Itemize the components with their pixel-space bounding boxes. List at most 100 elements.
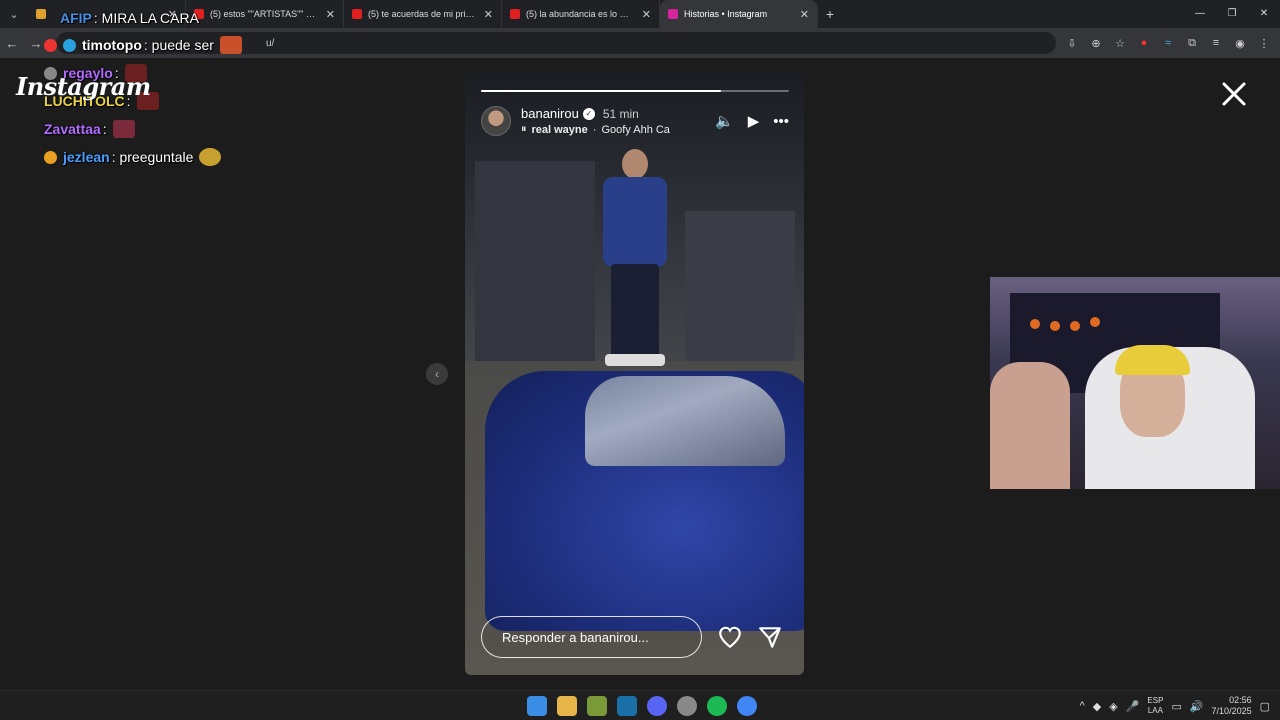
story-username[interactable]: bananirou (521, 106, 579, 121)
discord-icon[interactable] (647, 696, 667, 716)
spotify-icon[interactable] (707, 696, 727, 716)
person-legs (611, 264, 659, 359)
chevron-up-icon[interactable]: ^ (1080, 700, 1085, 712)
network-icon[interactable]: ▭ (1171, 700, 1181, 713)
steam-icon[interactable] (617, 696, 637, 716)
avatar[interactable] (481, 106, 511, 136)
instagram-logo[interactable]: Instagram (16, 72, 151, 101)
close-icon[interactable] (1220, 80, 1248, 108)
tab-label: (5) estos ""ARTISTAS"" de TikTok (210, 9, 320, 19)
chat-text: : preeguntale (111, 149, 194, 165)
microphone-icon[interactable]: 🎤 (1126, 700, 1140, 713)
minimize-icon[interactable]: — (1184, 0, 1216, 28)
person-torso (603, 177, 667, 267)
chat-text: : (102, 121, 107, 137)
back-icon[interactable]: ← (0, 36, 24, 51)
webcam-overlay (990, 277, 1280, 489)
start-icon[interactable] (527, 696, 547, 716)
profile-avatar-icon[interactable]: ◉ (1232, 37, 1248, 50)
taskbar: ^ ◆ ◈ 🎤 ESP LAA ▭ 🔊 02:56 7/10/2025 ▢ (0, 690, 1280, 720)
story-card[interactable]: bananirou ✓ 51 min ⏸ real wayne · Goofy … (465, 71, 804, 675)
screen: ⌄ ✕ (5) estos ""ARTISTAS"" de TikTok ✕ (… (0, 0, 1280, 720)
tray-app-icon[interactable]: ◆ (1093, 700, 1101, 713)
window-close-icon[interactable]: ✕ (1248, 0, 1280, 28)
tab-close-icon[interactable]: ✕ (642, 8, 651, 21)
broken-windshield (585, 376, 785, 466)
reply-input[interactable]: Responder a bananirou... (481, 616, 702, 658)
tab-label: (5) la abundancia es lo mismo q (526, 9, 636, 19)
restore-icon[interactable]: ❐ (1216, 0, 1248, 28)
chevron-left-icon[interactable]: ‹ (426, 363, 448, 385)
tray-app-icon[interactable]: ◈ (1109, 700, 1117, 713)
media-control-icon[interactable]: ≡ (1208, 37, 1224, 49)
chrome-icon[interactable] (737, 696, 757, 716)
send-icon[interactable] (757, 624, 783, 650)
chat-text: : puede ser (143, 37, 214, 53)
chat-username: Zavattaa (44, 121, 101, 137)
speaker-icon[interactable]: 🔈 (715, 112, 734, 130)
lang-bottom: LAA (1147, 706, 1163, 715)
heart-icon[interactable] (717, 624, 743, 650)
person-shoes (605, 354, 665, 366)
chat-message: jezlean : preeguntale (44, 148, 222, 166)
clock-date: 7/10/2025 (1211, 706, 1252, 716)
new-tab-button[interactable]: + (818, 6, 842, 22)
clock-time: 02:56 (1229, 695, 1252, 705)
browser-tab[interactable]: (5) la abundancia es lo mismo q ✕ (502, 0, 660, 28)
play-icon[interactable]: ▶ (748, 112, 760, 130)
extension-translate-icon[interactable]: ≈ (1160, 37, 1176, 49)
chat-badge-icon (44, 38, 57, 52)
browser-tab[interactable]: (5) te acuerdas de mi prime? ❗ ✕ (344, 0, 502, 28)
pumpkin-decoration (1050, 321, 1060, 331)
chat-username: timotopo (82, 37, 142, 53)
app-icon[interactable] (677, 696, 697, 716)
language-indicator[interactable]: ESP LAA (1147, 696, 1163, 716)
volume-icon[interactable]: 🔊 (1190, 700, 1204, 713)
browser-tab-active[interactable]: Historias • Instagram ✕ (660, 0, 818, 28)
menu-dots-icon[interactable]: ⋮ (1256, 37, 1272, 50)
reply-placeholder: Responder a bananirou... (502, 629, 649, 645)
pumpkin-decoration (1030, 319, 1040, 329)
clock[interactable]: 02:56 7/10/2025 (1212, 695, 1252, 717)
zoom-icon[interactable]: ⊕ (1088, 37, 1104, 50)
story-header: bananirou ✓ 51 min ⏸ real wayne · Goofy … (481, 105, 789, 137)
tab-close-icon[interactable]: ✕ (800, 8, 809, 21)
window-controls: — ❐ ✕ (1184, 0, 1280, 28)
instagram-favicon-icon (668, 9, 678, 19)
install-icon[interactable]: ⇩ (1064, 37, 1080, 50)
pumpkin-decoration (1070, 321, 1080, 331)
yellow-cap (1115, 345, 1190, 375)
story-progress-bar (481, 90, 789, 92)
youtube-favicon-icon (510, 9, 520, 19)
notification-icon[interactable]: ▢ (1260, 700, 1270, 713)
cam-person-left (990, 362, 1070, 489)
app-icon[interactable] (587, 696, 607, 716)
extension-red-icon[interactable]: ● (1136, 37, 1152, 49)
chat-message: AFIP : MIRA LA CARA (60, 10, 199, 26)
pumpkin-decoration (1090, 317, 1100, 327)
address-bar-icons: ⇩ ⊕ ☆ ● ≈ ⧉ ≡ ◉ ⋮ (1064, 37, 1280, 50)
chat-emote-icon (112, 120, 135, 138)
chat-emote-icon (199, 148, 222, 166)
story-music[interactable]: ⏸ real wayne · Goofy Ahh Ca (521, 123, 715, 136)
tab-close-icon[interactable]: ✕ (484, 8, 493, 21)
tab-label: Historias • Instagram (684, 9, 768, 19)
music-artist: real wayne (531, 123, 588, 136)
chat-username: AFIP (60, 10, 92, 26)
more-icon[interactable]: ••• (773, 113, 789, 130)
story-meta: bananirou ✓ 51 min ⏸ real wayne · Goofy … (521, 106, 715, 136)
music-bars-icon: ⏸ (521, 123, 527, 135)
verified-badge-icon: ✓ (582, 107, 595, 120)
browser-tab[interactable]: (5) estos ""ARTISTAS"" de TikTok ✕ (186, 0, 344, 28)
chat-text: : MIRA LA CARA (93, 10, 199, 26)
chat-username: jezlean (63, 149, 110, 165)
tab-favicon-icon (36, 9, 46, 19)
file-explorer-icon[interactable] (557, 696, 577, 716)
tab-search-chevron-icon[interactable]: ⌄ (4, 4, 24, 24)
tab-close-icon[interactable]: ✕ (326, 8, 335, 21)
music-title: Goofy Ahh Ca (601, 123, 670, 136)
extensions-puzzle-icon[interactable]: ⧉ (1184, 37, 1200, 50)
lang-top: ESP (1147, 696, 1164, 705)
tab-label: (5) te acuerdas de mi prime? ❗ (368, 8, 478, 19)
bookmark-star-icon[interactable]: ☆ (1112, 37, 1128, 50)
